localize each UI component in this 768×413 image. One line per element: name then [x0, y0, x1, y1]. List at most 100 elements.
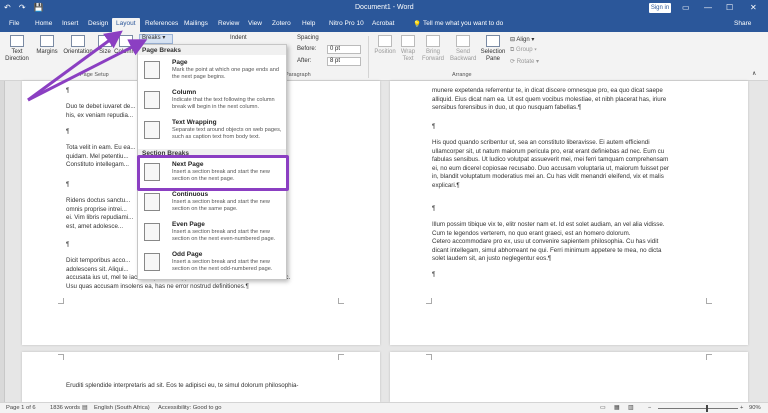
- bring-forward-button[interactable]: Bring Forward: [420, 35, 446, 63]
- rotate-label: Rotate: [516, 59, 535, 65]
- document-title: Document1 - Word: [355, 4, 414, 11]
- tab-file[interactable]: File: [9, 20, 19, 27]
- tab-mailings[interactable]: Mailings: [184, 20, 208, 27]
- even-page-icon: [144, 223, 160, 241]
- language-status[interactable]: English (South Africa): [94, 405, 150, 411]
- page-3[interactable]: Eruditi splendide interpretaris ad sit. …: [22, 352, 380, 402]
- share-button[interactable]: Share: [734, 20, 751, 27]
- spacing-after-field[interactable]: 8 pt: [327, 57, 361, 66]
- menu-item-page-break[interactable]: Page Mark the point at which one page en…: [138, 57, 286, 87]
- after-label: After:: [297, 58, 312, 64]
- page-4[interactable]: [390, 352, 748, 402]
- tell-me-search[interactable]: Tell me what you want to do: [423, 20, 503, 27]
- print-layout-icon[interactable]: ▦: [614, 405, 619, 411]
- text-direction-label: Text Direction: [5, 49, 29, 62]
- menu-item-title: Odd Page: [172, 251, 203, 258]
- zoom-slider-handle[interactable]: [706, 405, 708, 412]
- columns-icon: [119, 35, 133, 47]
- menu-item-title: Text Wrapping: [172, 119, 217, 126]
- margin-corner-mark: [58, 354, 64, 360]
- margins-icon: [40, 35, 54, 47]
- menu-item-description: Insert a section break and start the new…: [172, 259, 273, 272]
- margin-corner-mark: [58, 298, 64, 304]
- proofing-icon[interactable]: ▤: [82, 405, 87, 411]
- ribbon-tabs: File Home Insert Design Layout Reference…: [0, 17, 768, 32]
- spacing-label: Spacing: [297, 35, 319, 41]
- menu-item-description: Mark the point at which one page ends an…: [172, 67, 279, 80]
- read-mode-icon[interactable]: ▭: [600, 405, 605, 411]
- sign-in-button[interactable]: Sign in: [649, 3, 671, 13]
- zoom-in-icon[interactable]: +: [740, 405, 743, 411]
- tab-insert[interactable]: Insert: [62, 20, 78, 27]
- tab-view[interactable]: View: [248, 20, 262, 27]
- menu-item-text-wrapping[interactable]: Text Wrapping Separate text around objec…: [138, 117, 286, 147]
- margin-corner-mark: [426, 354, 432, 360]
- margin-corner-mark: [426, 298, 432, 304]
- margin-corner-mark: [338, 354, 344, 360]
- selection-pane-button[interactable]: Selection Pane: [480, 35, 506, 63]
- wrap-text-button[interactable]: Wrap Text: [398, 35, 418, 63]
- orientation-button[interactable]: Orientation: [60, 35, 96, 56]
- position-label: Position: [374, 49, 396, 55]
- send-backward-icon: [456, 35, 470, 47]
- quick-access-toolbar[interactable]: ↶ ↷ 💾: [4, 3, 47, 12]
- spacing-before-field[interactable]: 0 pt: [327, 45, 361, 54]
- menu-item-column-break[interactable]: Column Indicate that the text following …: [138, 87, 286, 117]
- tab-acrobat[interactable]: Acrobat: [372, 20, 394, 27]
- send-backward-button[interactable]: Send Backward: [450, 35, 476, 63]
- tab-nitro[interactable]: Nitro Pro 10: [329, 20, 364, 27]
- menu-item-odd-page[interactable]: Odd Page Insert a section break and star…: [138, 249, 286, 279]
- selection-pane-label: Selection Pane: [480, 49, 506, 62]
- tab-zotero[interactable]: Zotero: [272, 20, 291, 27]
- margin-corner-mark: [706, 354, 712, 360]
- paragraph: ¶: [66, 128, 70, 135]
- menu-item-title: Continuous: [172, 191, 209, 198]
- minimize-icon[interactable]: —: [704, 3, 712, 12]
- status-bar: Page 1 of 6 1836 words ▤ English (South …: [0, 402, 768, 413]
- ribbon-layout: Text Direction Margins Orientation Size …: [0, 32, 768, 81]
- web-layout-icon[interactable]: ▥: [628, 405, 633, 411]
- zoom-level[interactable]: 90%: [749, 405, 761, 411]
- columns-button[interactable]: Columns: [114, 35, 138, 56]
- tab-help[interactable]: Help: [302, 20, 315, 27]
- column-break-icon: [144, 91, 160, 109]
- size-button[interactable]: Size: [96, 35, 114, 56]
- tab-references[interactable]: References: [145, 20, 178, 27]
- page-count[interactable]: Page 1 of 6: [6, 405, 36, 411]
- menu-item-even-page[interactable]: Even Page Insert a section break and sta…: [138, 219, 286, 249]
- paragraph: ¶: [432, 205, 436, 212]
- word-count[interactable]: 1836 words: [50, 405, 80, 411]
- menu-item-continuous[interactable]: Continuous Insert a section break and st…: [138, 189, 286, 219]
- text-direction-button[interactable]: Text Direction: [3, 35, 31, 63]
- ribbon-display-icon[interactable]: ▭: [682, 3, 690, 12]
- breaks-button[interactable]: Breaks ▾: [139, 34, 173, 44]
- lightbulb-icon: 💡: [413, 21, 422, 28]
- tab-home[interactable]: Home: [35, 20, 52, 27]
- tab-layout[interactable]: Layout: [112, 18, 140, 32]
- tab-design[interactable]: Design: [88, 20, 108, 27]
- align-button[interactable]: ⊟ Align ▾: [510, 36, 534, 43]
- zoom-slider-track[interactable]: [658, 408, 738, 409]
- indent-label: Indent: [230, 35, 247, 41]
- position-button[interactable]: Position: [372, 35, 398, 56]
- margins-label: Margins: [36, 49, 58, 55]
- zoom-out-icon[interactable]: −: [648, 405, 651, 411]
- page-2[interactable]: munere expetenda referrentur te, in dica…: [390, 81, 748, 345]
- paragraph: ¶: [432, 271, 436, 278]
- close-icon[interactable]: ✕: [750, 3, 757, 12]
- margin-corner-mark: [338, 298, 344, 304]
- paragraph: Eruditi splendide interpretaris ad sit. …: [66, 382, 299, 389]
- group-button[interactable]: ⧉ Group ▾: [510, 47, 537, 54]
- rotate-button[interactable]: ⟳ Rotate ▾: [510, 58, 539, 65]
- margins-button[interactable]: Margins: [35, 35, 59, 56]
- before-label: Before:: [297, 46, 317, 52]
- arrange-group-label: Arrange: [452, 72, 472, 78]
- word-window: ↶ ↷ 💾 Document1 - Word Sign in ▭ — ☐ ✕ F…: [0, 0, 768, 413]
- accessibility-status[interactable]: Accessibility: Good to go: [158, 405, 221, 411]
- collapse-ribbon-icon[interactable]: ∧: [752, 70, 756, 77]
- maximize-icon[interactable]: ☐: [726, 3, 733, 12]
- next-page-highlight-box: [137, 155, 289, 191]
- menu-item-description: Indicate that the text following the col…: [172, 97, 275, 110]
- title-bar: ↶ ↷ 💾 Document1 - Word Sign in ▭ — ☐ ✕: [0, 0, 768, 17]
- tab-review[interactable]: Review: [218, 20, 239, 27]
